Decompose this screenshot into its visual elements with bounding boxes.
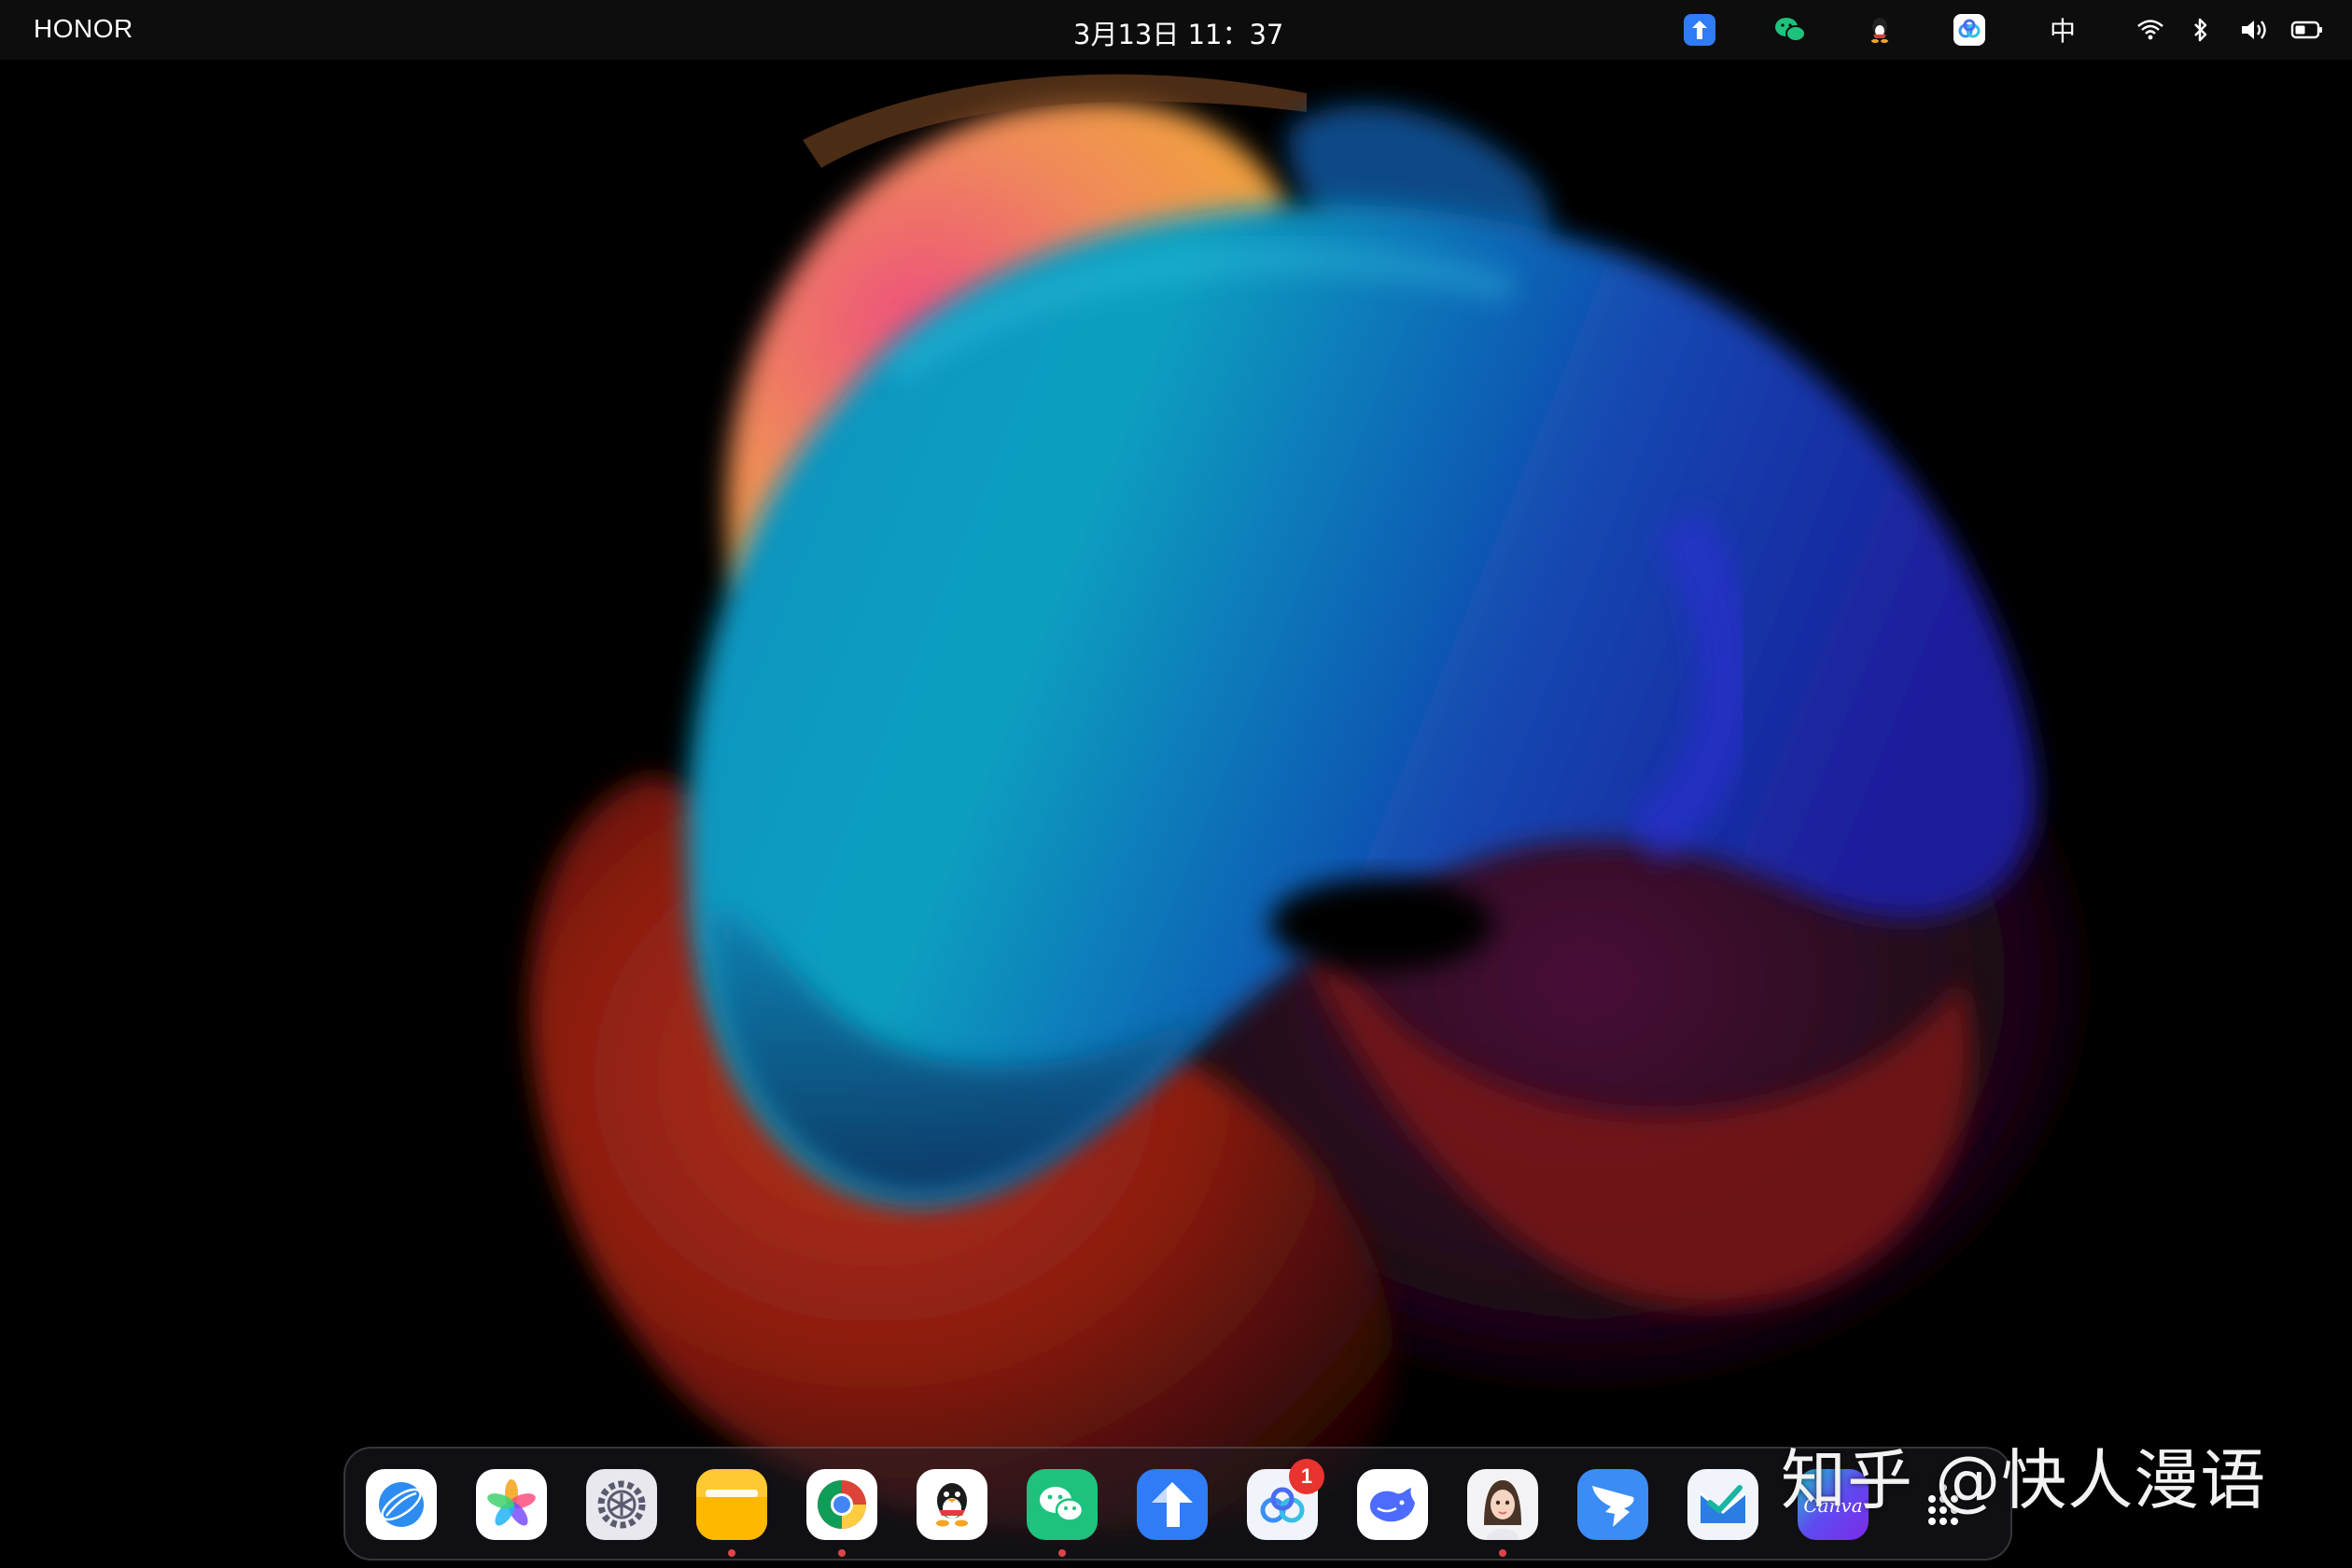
- status-bar: HONOR 3月13日 11：37 中: [0, 0, 2352, 60]
- qq-penguin-icon: [917, 1469, 987, 1540]
- notification-badge: 1: [1289, 1459, 1324, 1494]
- running-indicator-avatar: [1499, 1549, 1506, 1557]
- dock-app-dingtalk[interactable]: [1577, 1469, 1648, 1540]
- transfer-app-icon[interactable]: [1682, 13, 1717, 47]
- bluetooth-icon[interactable]: [2190, 13, 2212, 47]
- dock: Canva: [343, 1447, 2012, 1561]
- dingtalk-icon: [1577, 1469, 1648, 1540]
- wifi-icon[interactable]: [2134, 13, 2167, 47]
- dock-app-browser[interactable]: [366, 1469, 437, 1540]
- qq-icon[interactable]: [1863, 13, 1897, 47]
- dock-app-gallery[interactable]: [476, 1469, 547, 1540]
- gallery-icon: [476, 1469, 547, 1540]
- input-method-indicator[interactable]: 中: [2044, 13, 2081, 47]
- running-indicator-wechat: [1058, 1549, 1066, 1557]
- brand-label[interactable]: HONOR: [34, 14, 133, 44]
- folder-icon: [696, 1469, 767, 1540]
- wechat-icon[interactable]: [1771, 13, 1809, 47]
- dock-app-mail[interactable]: [1687, 1469, 1758, 1540]
- desktop-wallpaper: [529, 74, 2072, 1531]
- dock-app-settings[interactable]: [586, 1469, 657, 1540]
- avatar-icon: [1467, 1469, 1538, 1540]
- battery-icon[interactable]: [2289, 13, 2326, 47]
- watermark-text: 知乎 @快人漫语: [1781, 1442, 2267, 1519]
- browser-icon: [366, 1469, 437, 1540]
- running-indicator-chrome: [838, 1549, 846, 1557]
- dock-app-qq[interactable]: [917, 1469, 987, 1540]
- volume-icon[interactable]: [2236, 13, 2274, 47]
- dock-app-avatar[interactable]: [1467, 1469, 1538, 1540]
- whale-icon: [1357, 1469, 1428, 1540]
- dock-app-transfer[interactable]: [1137, 1469, 1208, 1540]
- baidu-netdisk-icon[interactable]: [1951, 13, 1988, 47]
- date-time[interactable]: 3月13日 11：37: [1073, 13, 1283, 52]
- dock-app-chrome[interactable]: [806, 1469, 877, 1540]
- chrome-icon: [806, 1469, 877, 1540]
- wechat-icon: [1027, 1469, 1098, 1540]
- settings-icon: [586, 1469, 657, 1540]
- dock-app-deepseek[interactable]: [1357, 1469, 1428, 1540]
- dock-app-files[interactable]: [696, 1469, 767, 1540]
- running-indicator-files: [728, 1549, 735, 1557]
- envelope-check-icon: [1687, 1469, 1758, 1540]
- dock-app-wechat[interactable]: [1027, 1469, 1098, 1540]
- transfer-arrow-icon: [1137, 1469, 1208, 1540]
